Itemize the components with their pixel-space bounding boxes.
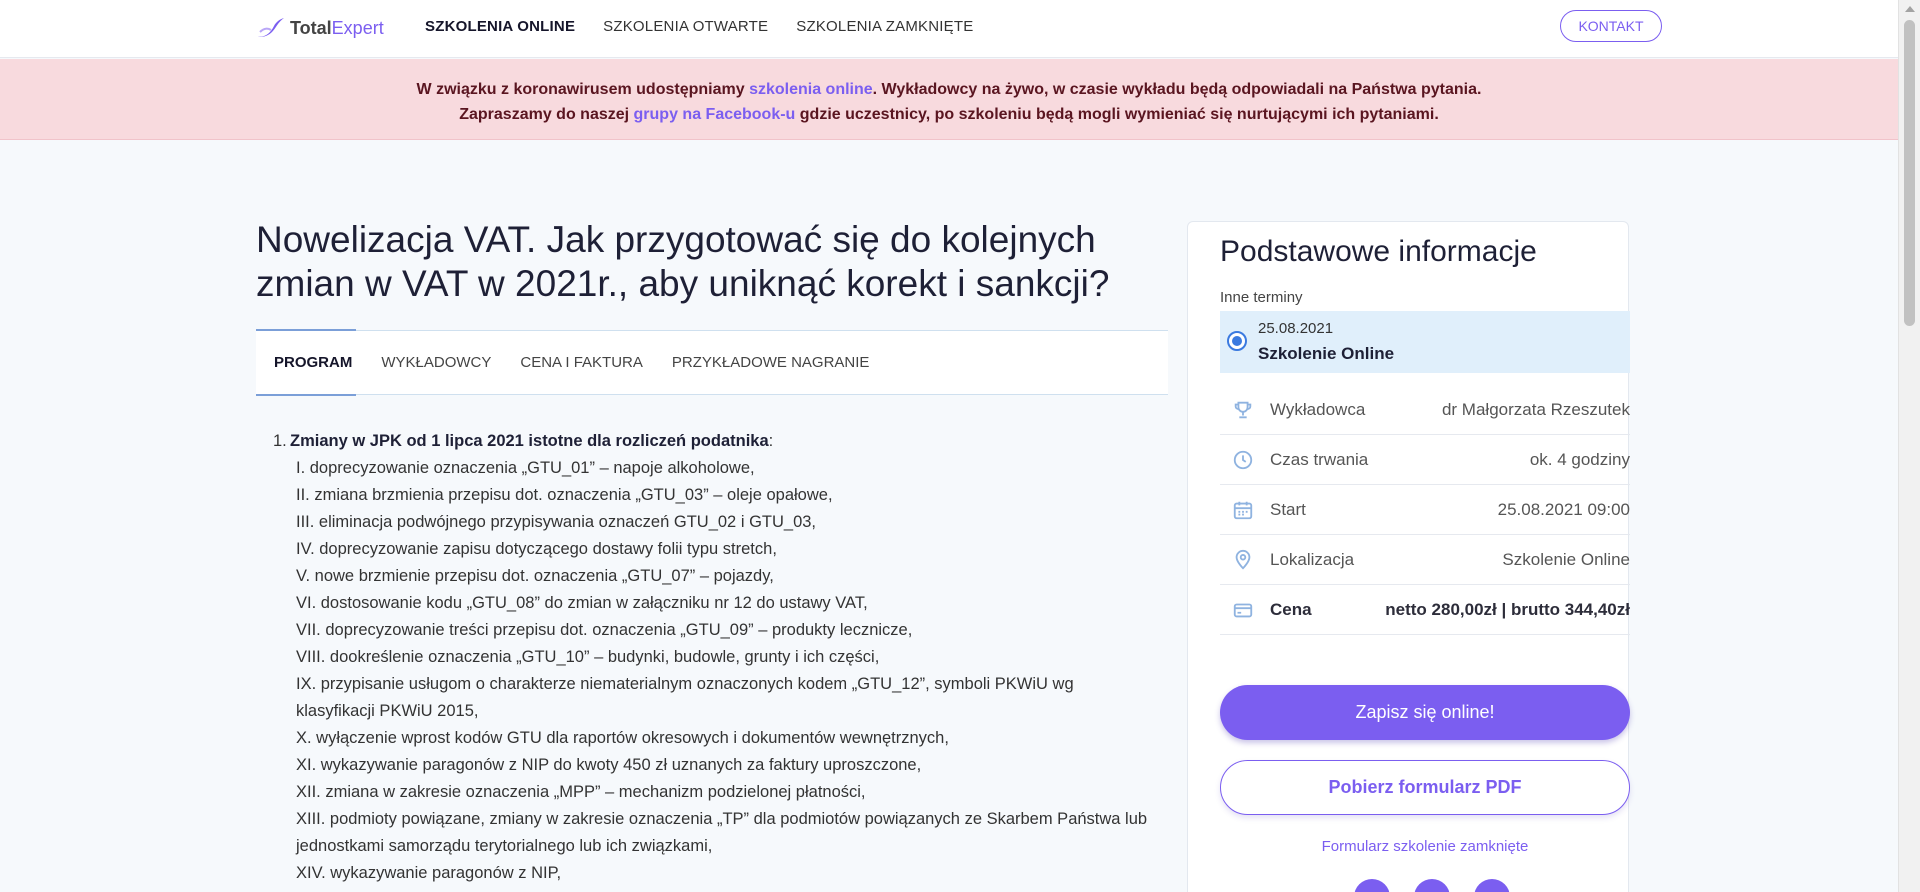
program-item: VII. doprecyzowanie treści przepisu dot.… [296, 621, 913, 639]
signup-online-button[interactable]: Zapisz się online! [1220, 685, 1630, 740]
program-item: I. doprecyzowanie oznaczenia „GTU_01” – … [296, 459, 755, 477]
covid-alert-banner: W związku z koronawirusem udostępniamy s… [0, 59, 1898, 140]
alert-text: Zapraszamy do naszej [459, 106, 634, 123]
nav-links: SZKOLENIA ONLINE SZKOLENIA OTWARTE SZKOL… [425, 18, 1001, 35]
info-row-lecturer: Wykładowca dr Małgorzata Rzeszutek [1220, 385, 1630, 435]
alert-text: . Wykładowcy na żywo, w czasie wykładu b… [872, 81, 1482, 98]
logo-text-total: Total [290, 17, 332, 38]
program-item: VI. dostosowanie kodu „GTU_08” do zmian … [296, 594, 868, 612]
top-nav: TotalExpert SZKOLENIA ONLINE SZKOLENIA O… [0, 0, 1898, 58]
program-item: XII. zmiana w zakresie oznaczenia „MPP” … [296, 783, 866, 801]
logo-text: TotalExpert [290, 18, 384, 39]
program-section-heading: 1. Zmiany w JPK od 1 lipca 2021 istotne d… [273, 428, 1153, 455]
info-label: Cena [1270, 599, 1312, 619]
nav-link-szkolenia-zamkniete[interactable]: SZKOLENIA ZAMKNIĘTE [796, 18, 973, 35]
program-item: V. nowe brzmienie przepisu dot. oznaczen… [296, 567, 774, 585]
term-type: Szkolenie Online [1258, 344, 1395, 363]
info-row-price: Cena netto 280,00zł | brutto 344,40zł [1220, 585, 1630, 635]
info-value: Szkolenie Online [1502, 549, 1630, 569]
term-radio[interactable] [1227, 331, 1247, 351]
facebook-group-link[interactable]: grupy na Facebook-u [634, 106, 796, 123]
tab-wykladowcy[interactable]: WYKŁADOWCY [381, 330, 491, 395]
program-item: II. zmiana brzmienia przepisu dot. oznac… [296, 486, 833, 504]
credit-card-icon [1232, 599, 1254, 621]
closed-training-form-link[interactable]: Formularz szkolenie zamknięte [1220, 838, 1630, 855]
info-label: Wykładowca [1270, 399, 1366, 419]
calendar-icon [1232, 499, 1254, 521]
other-terms-label: Inne terminy [1220, 289, 1303, 306]
info-row-location: Lokalizacja Szkolenie Online [1220, 535, 1630, 585]
program-heading: Zmiany w JPK od 1 lipca 2021 istotne dla… [290, 432, 769, 450]
scrollbar-thumb[interactable] [1904, 20, 1915, 326]
info-value: dr Małgorzata Rzeszutek [1441, 399, 1630, 419]
program-item: XI. wykazywanie paragonów z NIP do kwoty… [296, 756, 922, 774]
facebook-icon[interactable] [1354, 879, 1390, 892]
alert-text: gdzie uczestnicy, po szkoleniu będą mogl… [795, 106, 1439, 123]
alert-line-2: Zapraszamy do naszej grupy na Facebook-u… [0, 102, 1898, 127]
program-items: I. doprecyzowanie oznaczenia „GTU_01” – … [273, 455, 1153, 887]
info-label: Lokalizacja [1270, 549, 1355, 569]
program-item: IV. doprecyzowanie zapisu dotyczącego do… [296, 540, 777, 558]
clock-icon [1232, 449, 1254, 471]
info-sidebar: Podstawowe informacje Inne terminy 25.08… [1187, 221, 1630, 892]
info-row-start: Start 25.08.2021 09:00 [1220, 485, 1630, 535]
program-item: XIII. podmioty powiązane, zmiany w zakre… [296, 810, 1148, 855]
share-icon[interactable] [1474, 879, 1510, 892]
page-title: Nowelizacja VAT. Jak przygotować się do … [256, 219, 1110, 304]
info-value: ok. 4 godziny [1529, 449, 1630, 469]
info-row-duration: Czas trwania ok. 4 godziny [1220, 435, 1630, 485]
linkedin-icon[interactable] [1414, 879, 1450, 892]
location-icon [1232, 549, 1254, 571]
logo-icon [258, 18, 284, 37]
online-courses-link[interactable]: szkolenia online [749, 81, 873, 98]
program-item: III. eliminacja podwójnego przypisywania… [296, 513, 817, 531]
logo-text-expert: Expert [331, 17, 384, 38]
scrollbar[interactable] [1898, 0, 1920, 892]
nav-link-szkolenia-otwarte[interactable]: SZKOLENIA OTWARTE [603, 18, 768, 35]
info-value: netto 280,00zł | brutto 344,40zł [1385, 599, 1630, 619]
alert-text: W związku z koronawirusem udostępniamy [416, 81, 750, 98]
trophy-icon [1232, 399, 1254, 421]
download-pdf-button[interactable]: Pobierz formularz PDF [1220, 760, 1630, 815]
term-date: 25.08.2021 [1258, 320, 1334, 337]
tab-cena-i-faktura[interactable]: CENA I FAKTURA [520, 330, 643, 395]
scroll-up-arrow-icon[interactable] [1905, 6, 1915, 12]
tab-przykladowe-nagranie[interactable]: PRZYKŁADOWE NAGRANIE [672, 330, 870, 395]
course-tabs: PROGRAM WYKŁADOWCY CENA I FAKTURA PRZYKŁ… [255, 329, 1168, 396]
program-heading-colon: : [768, 432, 774, 450]
nav-link-szkolenia-online[interactable]: SZKOLENIA ONLINE [425, 18, 575, 35]
sidebar-title: Podstawowe informacje [1220, 235, 1537, 268]
program-number: 1. [273, 432, 287, 450]
program-item: IX. przypisanie usługom o charakterze ni… [296, 675, 1074, 720]
logo[interactable]: TotalExpert [256, 14, 384, 42]
term-option[interactable]: 25.08.2021 Szkolenie Online [1220, 311, 1630, 373]
info-label: Start [1270, 499, 1306, 519]
program-item: XIV. wykazywanie paragonów z NIP, [296, 864, 562, 882]
program-item: X. wyłączenie wprost kodów GTU dla rapor… [296, 729, 949, 747]
info-value: 25.08.2021 09:00 [1497, 499, 1630, 519]
contact-button[interactable]: KONTAKT [1560, 10, 1662, 42]
program-content: 1. Zmiany w JPK od 1 lipca 2021 istotne d… [273, 428, 1153, 887]
info-label: Czas trwania [1270, 449, 1369, 469]
program-item: VIII. dookreślenie oznaczenia „GTU_10” –… [296, 648, 880, 666]
tab-program[interactable]: PROGRAM [255, 329, 357, 396]
alert-line-1: W związku z koronawirusem udostępniamy s… [0, 77, 1898, 102]
